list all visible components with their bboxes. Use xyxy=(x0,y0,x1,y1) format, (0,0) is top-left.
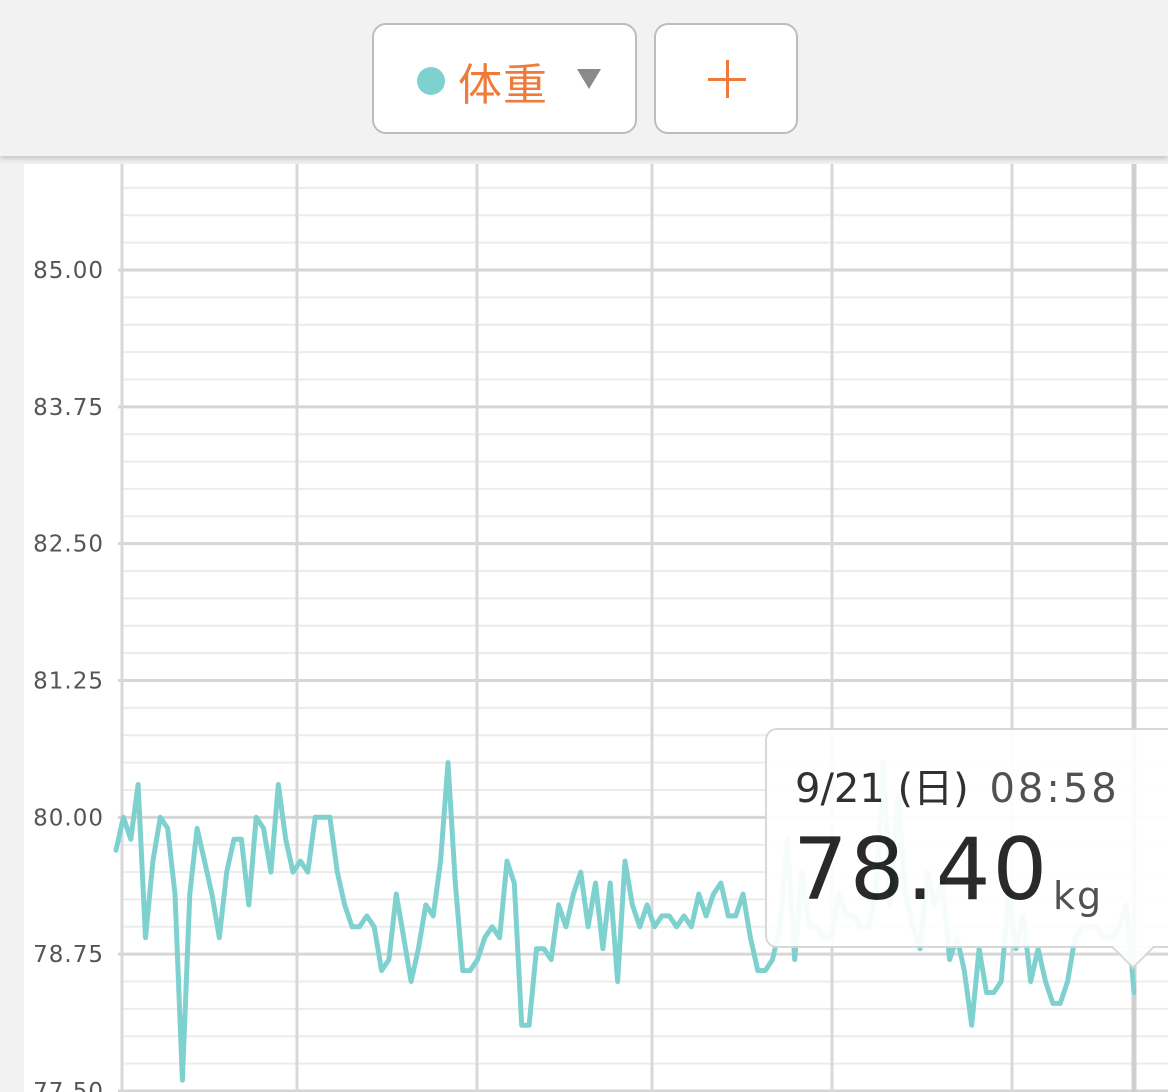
top-toolbar: 体重 xyxy=(0,0,1168,156)
y-tick-label: 82.50 xyxy=(33,532,104,558)
y-tick-label: 77.50 xyxy=(33,1079,104,1092)
tooltip-time: 08:58 xyxy=(989,766,1120,812)
y-tick-label: 78.75 xyxy=(33,942,104,968)
data-point-tooltip: 9/21 (日) 08:58 78.40 kg xyxy=(765,728,1168,948)
metric-label: 体重 xyxy=(458,60,548,111)
caret-down-icon xyxy=(577,69,601,89)
tooltip-date: 9/21 (日) xyxy=(795,766,969,812)
weight-line-chart[interactable]: 77.50 78.75 80.00 81.25 82.50 83.75 85.00 xyxy=(24,164,1168,1092)
weight-chart-area[interactable]: 77.50 78.75 80.00 81.25 82.50 83.75 85.00 xyxy=(24,164,1168,1092)
y-tick-label: 80.00 xyxy=(33,805,104,831)
plus-icon xyxy=(708,60,746,98)
metric-color-dot xyxy=(417,67,445,95)
tooltip-arrow xyxy=(1110,946,1154,970)
y-tick-label: 81.25 xyxy=(33,669,104,695)
tooltip-datetime: 9/21 (日) 08:58 xyxy=(795,756,1120,814)
y-tick-label: 83.75 xyxy=(33,395,104,421)
tooltip-value: 78.40 xyxy=(793,820,1050,920)
y-tick-label: 85.00 xyxy=(33,258,104,284)
add-record-button[interactable] xyxy=(654,23,798,134)
metric-dropdown[interactable]: 体重 xyxy=(372,23,637,134)
tooltip-unit: kg xyxy=(1053,874,1104,918)
